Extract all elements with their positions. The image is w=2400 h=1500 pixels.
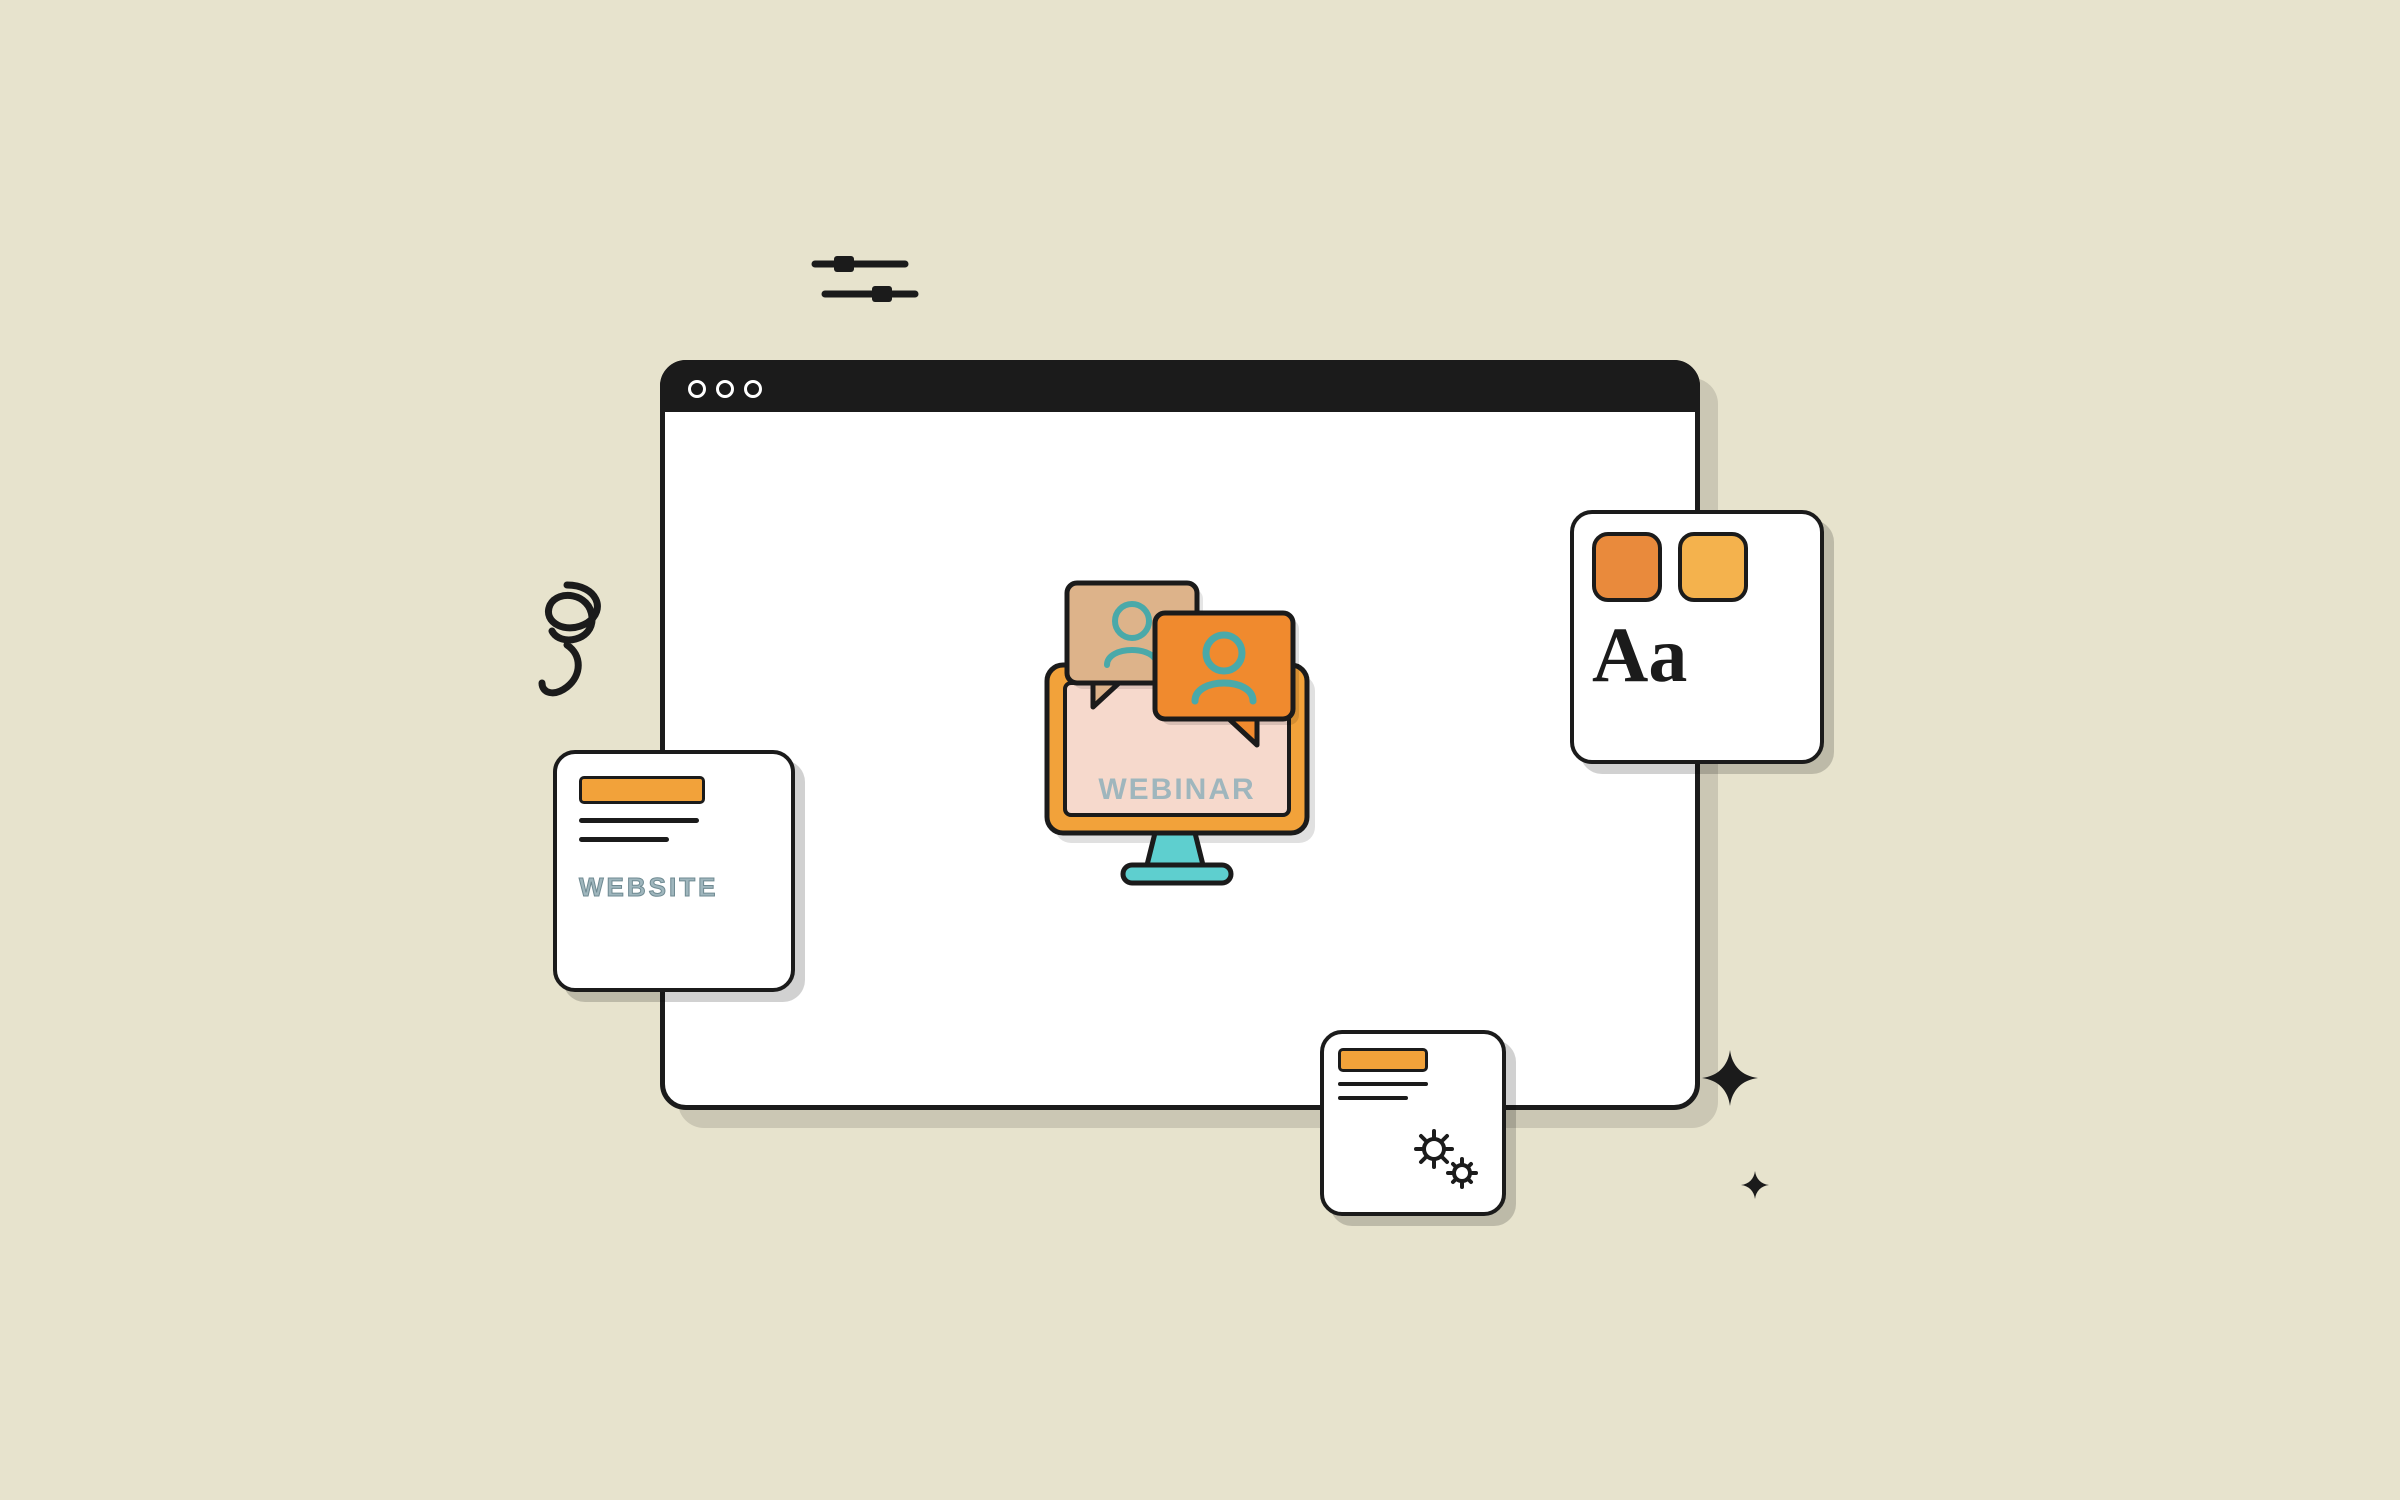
text-line-icon (1338, 1082, 1428, 1086)
color-swatch-icon (1592, 532, 1662, 602)
text-line-icon (579, 837, 669, 842)
card-accent-bar (1338, 1048, 1428, 1072)
styles-card: Aa (1570, 510, 1824, 764)
squiggle-icon (512, 575, 632, 730)
sparkle-icon (1740, 1170, 1770, 1205)
window-dot-icon (716, 380, 734, 398)
text-line-icon (1338, 1096, 1408, 1100)
window-dot-icon (688, 380, 706, 398)
website-card-label: WEBSITE (579, 872, 769, 903)
window-dot-icon (744, 380, 762, 398)
webinar-label: WEBINAR (1098, 773, 1255, 806)
color-swatch-icon (1678, 532, 1748, 602)
card-accent-bar (579, 776, 705, 804)
text-line-icon (579, 818, 699, 823)
color-swatches (1592, 532, 1802, 602)
browser-title-bar (660, 360, 1700, 412)
window-controls (688, 380, 762, 398)
typography-sample: Aa (1592, 616, 1802, 694)
sparkle-icon (1700, 1048, 1760, 1113)
webinar-monitor-icon: WEBINAR (995, 565, 1355, 895)
illustration-stage: WEBINAR WEBSITE (0, 0, 2400, 1500)
settings-card (1320, 1030, 1506, 1216)
website-card: WEBSITE (553, 750, 795, 992)
sliders-icon (810, 246, 920, 321)
gears-icon (1410, 1127, 1484, 1198)
